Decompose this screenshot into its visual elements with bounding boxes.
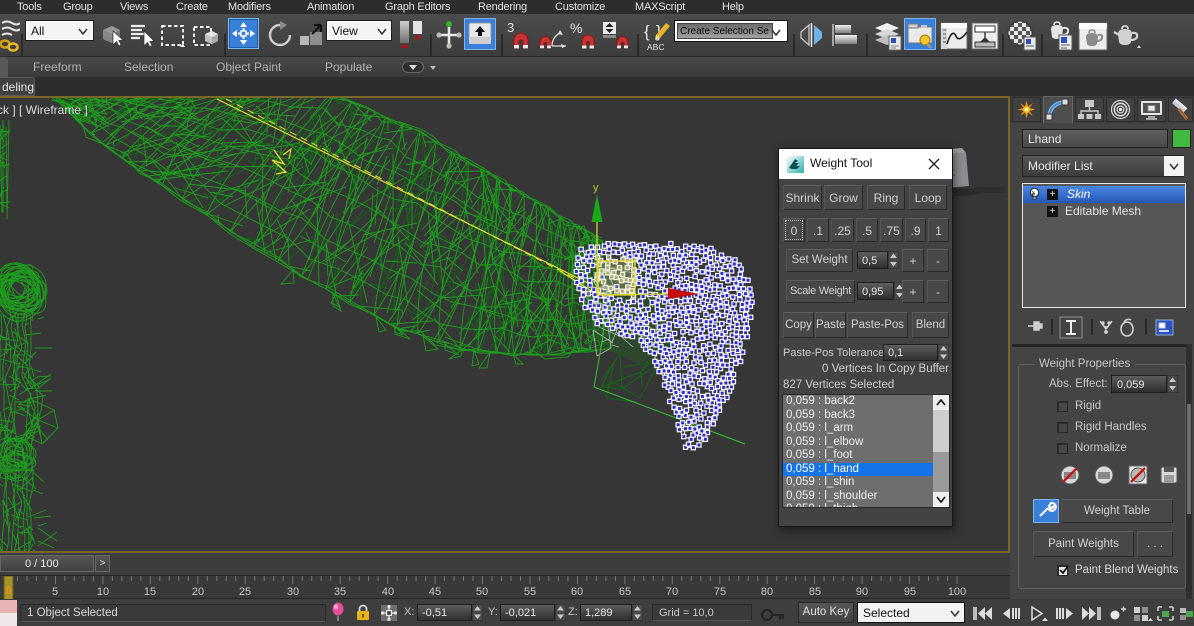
svg-text:y: y [593,182,599,194]
svg-text:15: 15 [144,586,156,598]
svg-text:85: 85 [809,586,821,598]
svg-text:75: 75 [714,586,726,598]
svg-text:70: 70 [666,586,678,598]
svg-text:40: 40 [382,586,394,598]
svg-text:50: 50 [476,586,488,598]
svg-text:10: 10 [97,586,109,598]
svg-text:{: { [644,22,650,41]
svg-text:20: 20 [192,586,204,598]
svg-text:25: 25 [239,586,251,598]
svg-text:3: 3 [507,20,514,35]
svg-text:80: 80 [761,586,773,598]
svg-text:ABC: ABC [647,42,664,52]
svg-text:95: 95 [904,586,916,598]
svg-text:100: 100 [948,586,966,598]
svg-text:90: 90 [856,586,868,598]
svg-text:5: 5 [52,586,58,598]
svg-text:0: 0 [5,585,11,597]
svg-text:35: 35 [334,586,346,598]
svg-text:%: % [570,20,582,36]
svg-text:60: 60 [571,586,583,598]
svg-text:65: 65 [619,586,631,598]
svg-text:45: 45 [429,586,441,598]
svg-text:30: 30 [287,586,299,598]
svg-text:55: 55 [524,586,536,598]
